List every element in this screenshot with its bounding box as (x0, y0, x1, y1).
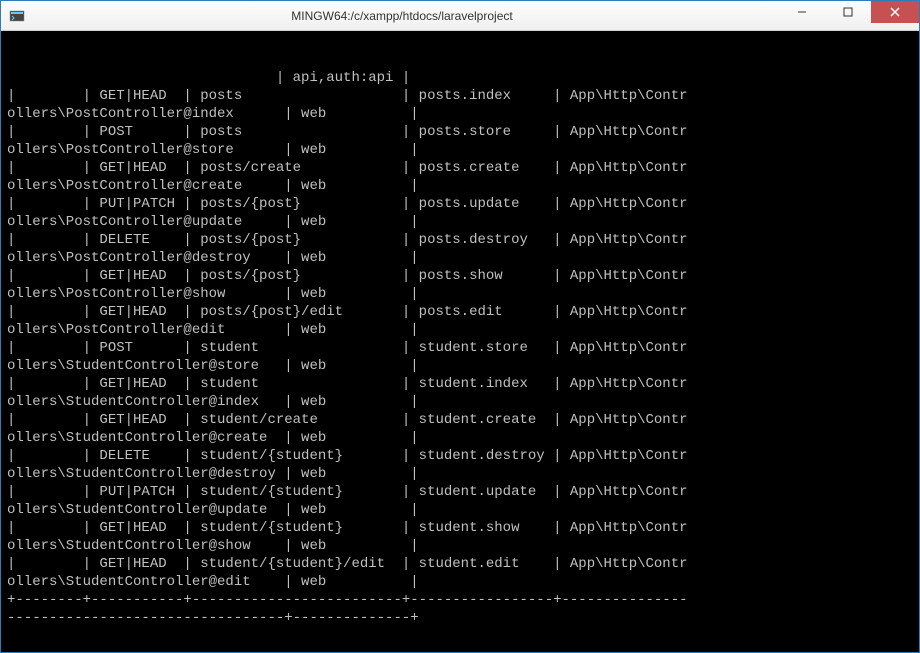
minimize-button[interactable] (779, 1, 825, 23)
terminal-window: MINGW64:/c/xampp/htdocs/laravelproject |… (0, 0, 920, 653)
window-title: MINGW64:/c/xampp/htdocs/laravelproject (25, 9, 779, 23)
terminal-output: | api,auth:api | | | GET|HEAD | posts | … (7, 69, 913, 627)
app-icon (9, 8, 25, 24)
close-button[interactable] (871, 1, 919, 23)
window-controls (779, 1, 919, 30)
terminal-body[interactable]: | api,auth:api | | | GET|HEAD | posts | … (1, 31, 919, 652)
titlebar[interactable]: MINGW64:/c/xampp/htdocs/laravelproject (1, 1, 919, 31)
maximize-button[interactable] (825, 1, 871, 23)
